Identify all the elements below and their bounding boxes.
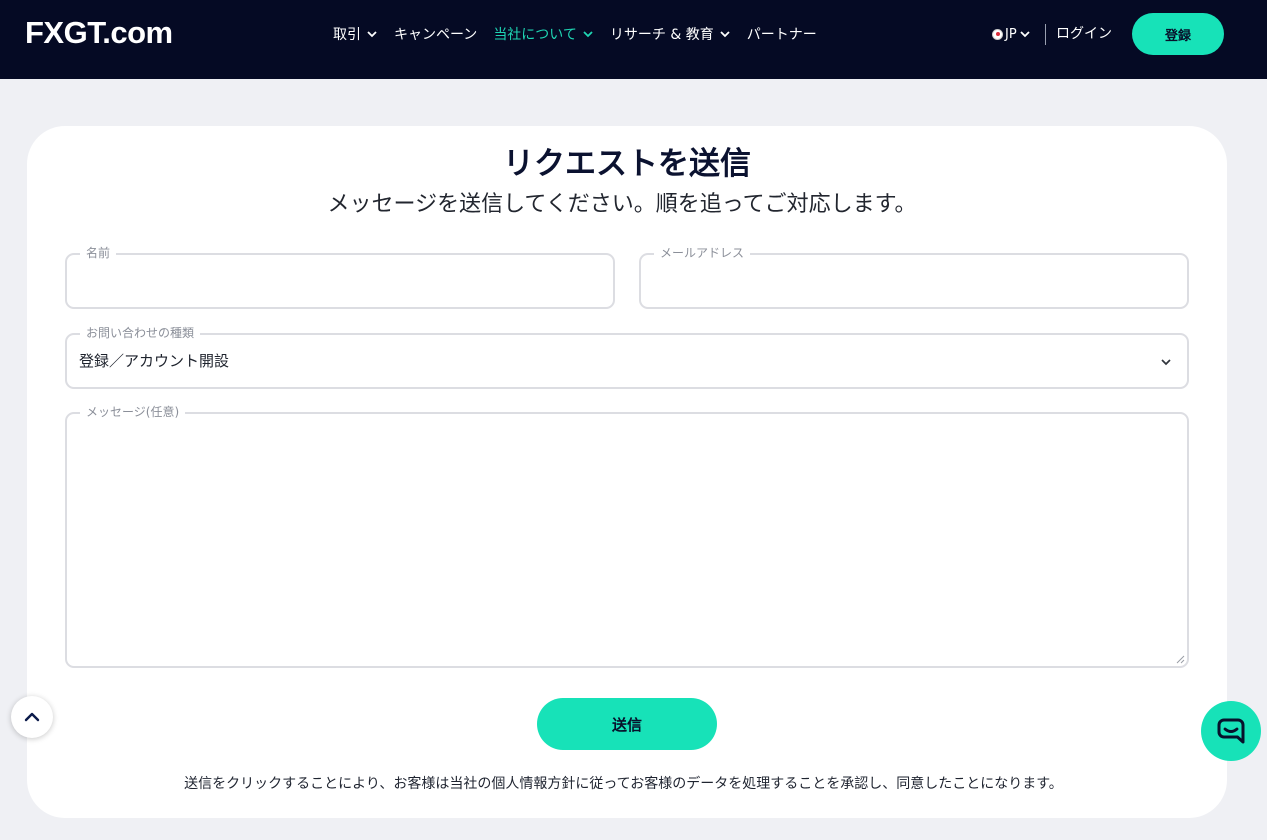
site-header: FXGT.com 取引 キャンペーン 当社について リサーチ & 教育 パートナ… [0,0,1267,79]
fxgt-logo[interactable]: FXGT.com [25,14,173,52]
resize-handle-icon[interactable] [1176,655,1185,664]
nav-item-label: パートナー [746,27,817,43]
chat-bubble-icon [1217,718,1245,744]
nav-item-about[interactable]: 当社について [493,24,594,44]
chevron-down-icon [1161,359,1171,366]
page-title: リクエストを送信 [503,146,751,182]
nav-item-partner[interactable]: パートナー [747,24,817,44]
name-field: 名前 [65,245,615,309]
email-field: メールアドレス [639,245,1189,309]
nav-item-campaign[interactable]: キャンペーン [394,24,477,44]
chevron-up-icon [24,712,40,722]
chevron-down-icon [1020,31,1030,38]
name-input[interactable] [67,255,613,307]
message-field[interactable]: メッセージ(任意) [65,404,1189,668]
email-input[interactable] [641,255,1187,307]
nav-item-trading[interactable]: 取引 [333,24,378,44]
login-link[interactable]: ログイン [1056,24,1112,44]
chevron-down-icon [720,31,730,38]
submit-button[interactable]: 送信 [537,698,717,750]
inquiry-type-label: お問い合わせの種類 [80,325,201,341]
nav-item-label: キャンペーン [394,27,478,43]
nav-item-label: 当社について [493,27,577,43]
language-code: JP [1005,26,1017,42]
chevron-down-icon [367,31,377,38]
nav-item-label: 取引 [333,27,361,43]
message-label: メッセージ(任意) [80,404,186,420]
nav-item-label: リサーチ & 教育 [609,27,714,43]
language-selector[interactable]: JP [992,24,1031,44]
register-button[interactable]: 登録 [1132,13,1224,55]
nav-item-research[interactable]: リサーチ & 教育 [610,24,731,44]
name-label: 名前 [80,245,117,261]
privacy-footnote: 送信をクリックすることにより、お客様は当社の個人情報方針に従ってお客様のデータを… [184,776,1063,792]
main-nav: 取引 キャンペーン 当社について リサーチ & 教育 パートナー [333,22,833,46]
scroll-to-top-button[interactable] [11,696,53,738]
live-chat-button[interactable] [1201,701,1261,761]
inquiry-type-value: 登録／アカウント開設 [79,352,230,370]
page-subtitle: メッセージを送信してください。順を追ってご対応します。 [327,192,917,217]
inquiry-type-select[interactable]: お問い合わせの種類 登録／アカウント開設 [65,325,1189,389]
header-divider [1045,24,1046,45]
chevron-down-icon [583,31,593,38]
japan-flag-icon [992,28,1003,40]
email-label: メールアドレス [654,245,751,261]
